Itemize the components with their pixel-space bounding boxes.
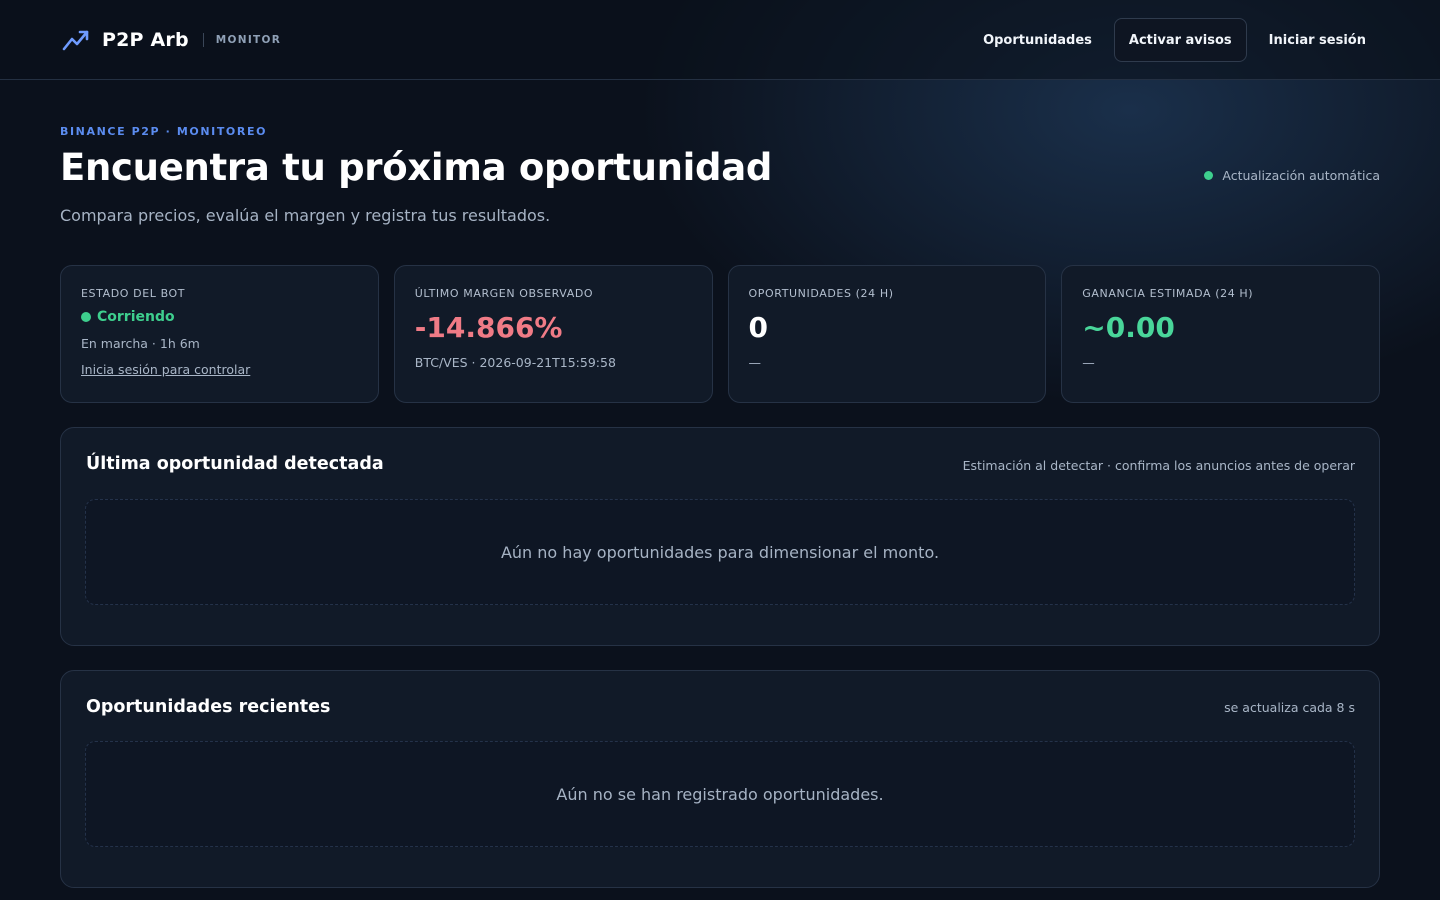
recent-opportunities-title: Oportunidades recientes [86,697,331,717]
last-opportunity-panel: Última oportunidad detectada Estimación … [60,427,1380,646]
bot-status: Corriendo [81,309,358,325]
trending-up-icon [62,30,89,51]
brand[interactable]: P2P Arb MONITOR [62,26,281,54]
running-status-dot-icon [81,312,91,322]
nav-opportunities-link[interactable]: Oportunidades [969,18,1106,62]
estimated-profit-label: GANANCIA ESTIMADA (24 H) [1082,287,1254,300]
main-nav: Oportunidades Activar avisos Iniciar ses… [961,18,1380,62]
bot-uptime: En marcha · 1h 6m [81,336,200,351]
hero-eyebrow: BINANCE P2P · MONITOREO [60,125,268,138]
login-link[interactable]: Iniciar sesión [1255,18,1380,62]
estimated-profit-card: GANANCIA ESTIMADA (24 H) ~0.00 — [1061,265,1380,403]
auto-update-indicator: Actualización automática [1204,168,1380,183]
bot-status-value: Corriendo [97,309,175,325]
enable-alerts-button[interactable]: Activar avisos [1113,18,1247,62]
brand-tag: MONITOR [215,34,282,46]
top-navigation-bar: P2P Arb MONITOR Oportunidades Activar av… [0,0,1440,80]
last-margin-label: ÚLTIMO MARGEN OBSERVADO [414,287,594,300]
stats-cards: ESTADO DEL BOT Corriendo En marcha · 1h … [60,265,1380,403]
auto-update-label: Actualización automática [1222,168,1380,183]
last-opportunity-empty-state: Aún no hay oportunidades para dimensiona… [85,499,1355,605]
last-opportunity-note: Estimación al detectar · confirma los an… [962,458,1355,473]
estimated-profit-meta: — [1082,355,1095,370]
bot-status-card: ESTADO DEL BOT Corriendo En marcha · 1h … [60,265,379,403]
opportunities-24h-label: OPORTUNIDADES (24 H) [748,287,894,300]
estimated-profit-value: ~0.00 [1082,311,1175,344]
brand-name: P2P Arb [102,29,189,51]
bot-status-label: ESTADO DEL BOT [81,287,186,300]
last-margin-card: ÚLTIMO MARGEN OBSERVADO -14.866% BTC/VES… [393,265,713,403]
last-margin-meta: BTC/VES · 2026-09-21T15:59:58 [414,355,616,370]
recent-opportunities-panel: Oportunidades recientes se actualiza cad… [60,670,1380,888]
login-to-control-link[interactable]: Inicia sesión para controlar [81,362,250,377]
last-opportunity-title: Última oportunidad detectada [86,454,384,474]
live-status-dot-icon [1204,171,1214,180]
opportunities-24h-card: OPORTUNIDADES (24 H) 0 — [727,265,1047,403]
page-subtitle: Compara precios, evalúa el margen y regi… [60,206,551,225]
brand-divider [202,33,204,47]
page-title: Encuentra tu próxima oportunidad [60,146,773,189]
opportunities-24h-value: 0 [748,311,768,344]
last-margin-value: -14.866% [414,311,563,344]
opportunities-24h-meta: — [748,355,762,370]
recent-opportunities-note: se actualiza cada 8 s [1224,700,1355,715]
recent-opportunities-empty-state: Aún no se han registrado oportunidades. [85,741,1355,847]
